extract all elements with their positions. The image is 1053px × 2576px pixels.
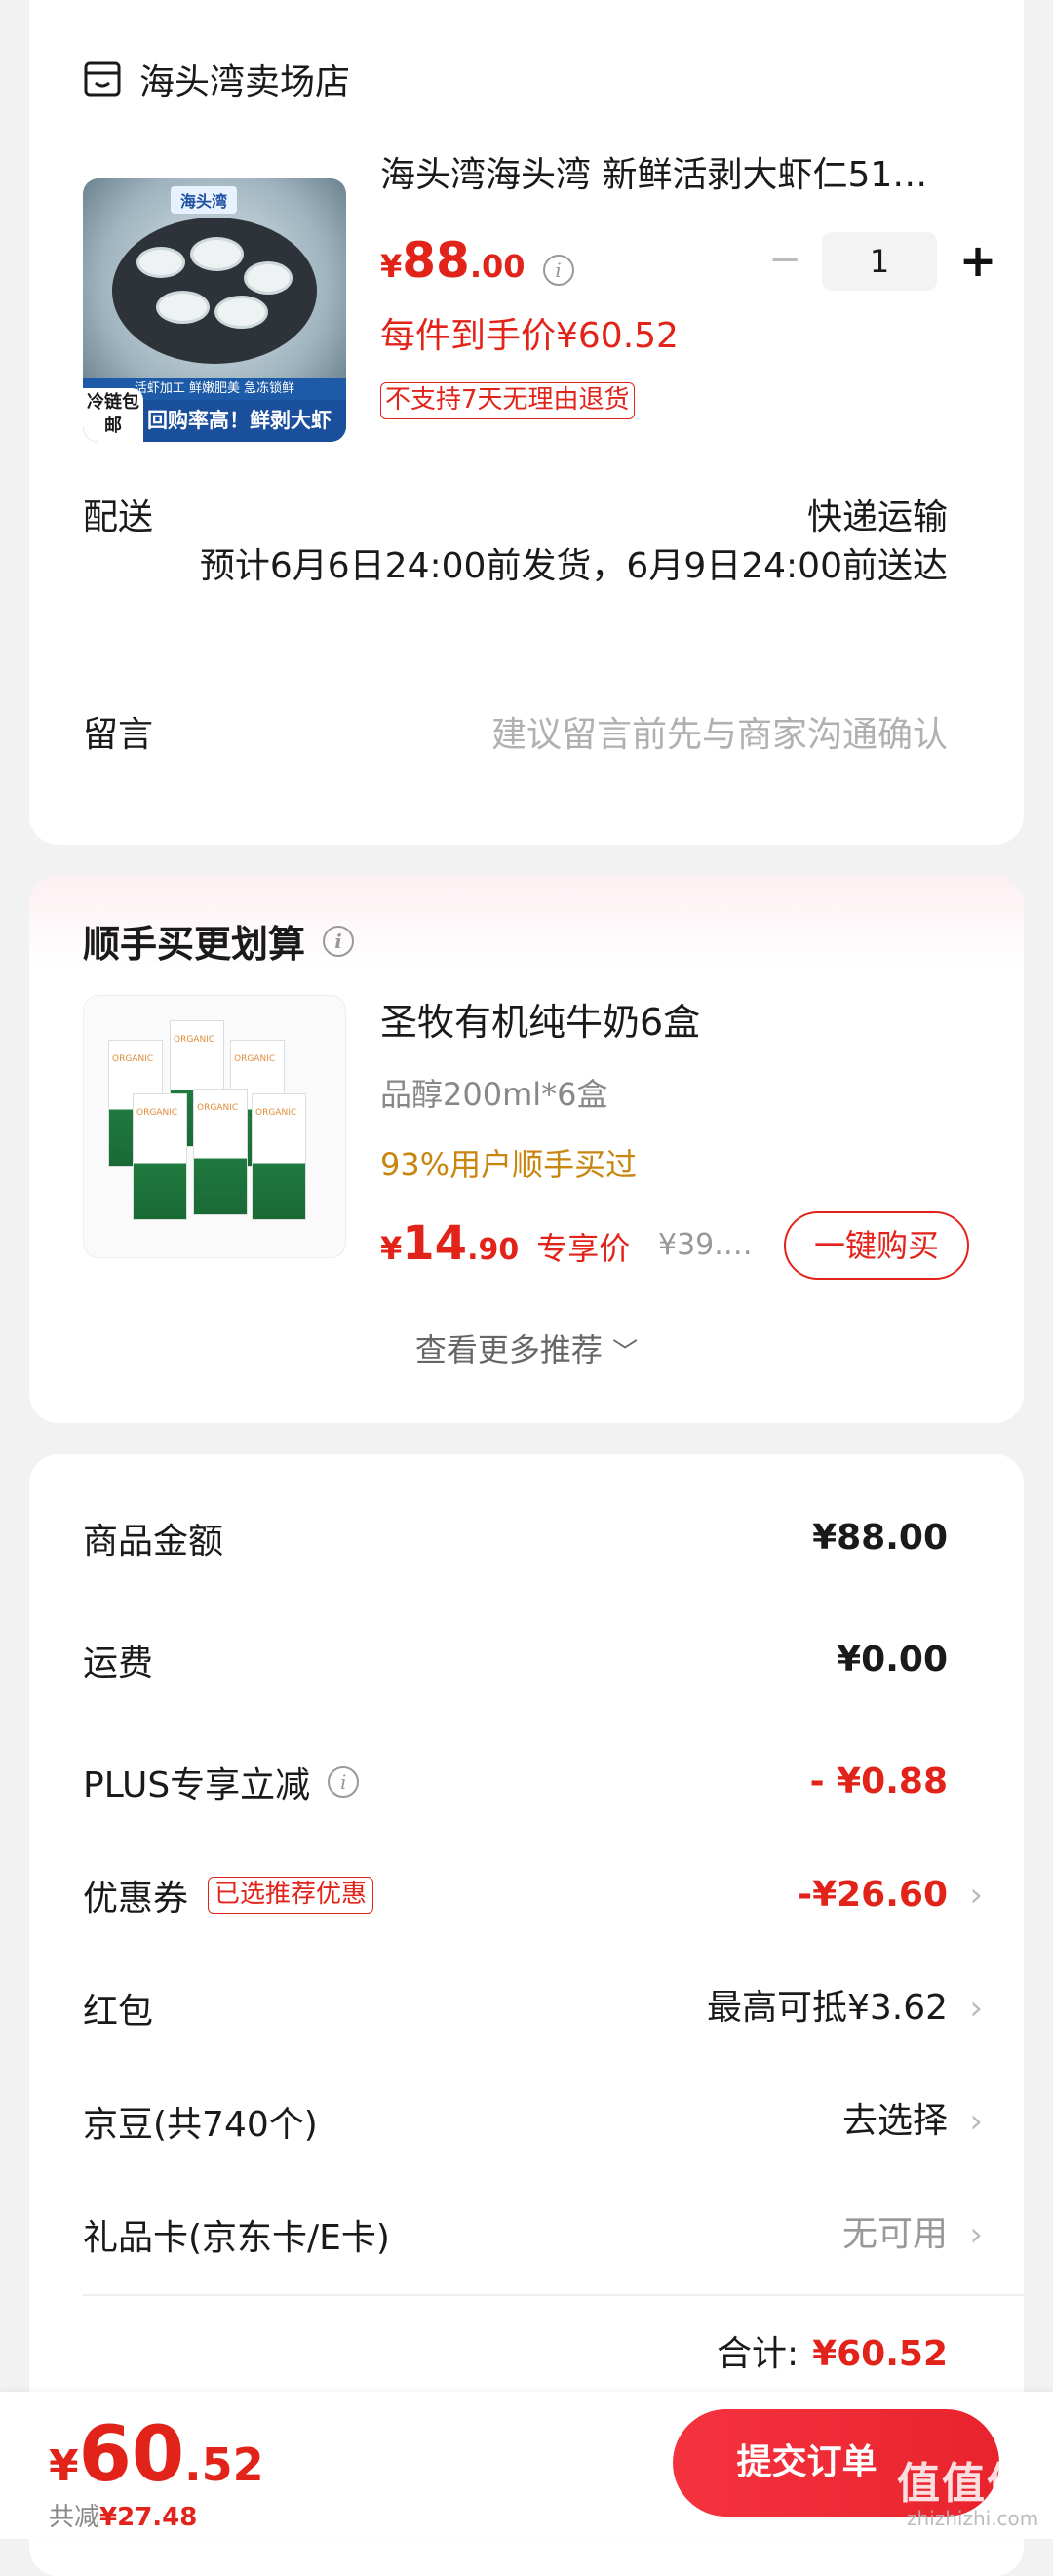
exclusive-price-tag: 专享价 xyxy=(536,1230,631,1267)
milk-box-graphic xyxy=(133,1093,187,1220)
milk-box-graphic xyxy=(252,1093,306,1220)
red-packet-value: 最高可抵¥3.62 xyxy=(706,1988,948,2028)
plus-discount-text: PLUS专享立减 xyxy=(83,1765,311,1805)
quantity-input[interactable]: 1 xyxy=(822,232,937,291)
plus-discount-label: PLUS专享立减 i xyxy=(83,1753,360,1811)
product-brand-badge: 海头湾 xyxy=(171,186,238,214)
summary-row-coupon[interactable]: 优惠券 已选推荐优惠 -¥26.60 › xyxy=(29,1866,1024,1924)
summary-row-goods-amount: 商品金额 ¥88.00 xyxy=(29,1509,1024,1567)
summary-row-jd-beans[interactable]: 京豆(共740个) 去选择 › xyxy=(29,2092,1024,2151)
chevron-right-icon: › xyxy=(969,2215,983,2254)
no-return-tag: 不支持7天无理由退货 xyxy=(380,382,635,419)
shrimp-graphic xyxy=(190,237,244,271)
coupon-value: -¥26.60 xyxy=(798,1875,948,1915)
red-packet-label: 红包 xyxy=(83,1992,154,2032)
shrimp-graphic xyxy=(214,296,268,329)
store-card: 海头湾卖场店 海头湾 活虾加工 鲜嫩肥美 急冻锁鲜 回购率高！鲜剥大虾仁 冷链包… xyxy=(29,0,1024,845)
summary-total: 合计: ¥60.52 xyxy=(717,2325,948,2376)
store-header[interactable]: 海头湾卖场店 xyxy=(83,54,350,104)
deal-price: 每件到手价¥60.52 xyxy=(380,316,679,356)
recommend-social-proof: 93%用户顺手买过 xyxy=(380,1146,638,1183)
more-recommend-label: 查看更多推荐 xyxy=(414,1331,603,1368)
info-icon[interactable]: i xyxy=(328,1766,360,1798)
checkout-bar: ¥ 60 .52 共减¥27.48 提交订单 xyxy=(0,2392,1053,2539)
price-integer: 88 xyxy=(402,232,470,289)
summary-row-red-packet[interactable]: 红包 最高可抵¥3.62 › xyxy=(29,1979,1024,2038)
store-name: 海头湾卖场店 xyxy=(139,62,351,102)
chevron-right-icon: › xyxy=(969,1989,983,2028)
minus-icon[interactable]: − xyxy=(765,240,804,281)
price-integer: 14 xyxy=(402,1216,468,1271)
recommend-product-image[interactable] xyxy=(83,995,346,1258)
message-label: 留言 xyxy=(83,715,154,755)
price-symbol: ¥ xyxy=(380,248,403,285)
chevron-down-icon: ﹀ xyxy=(612,1338,639,1367)
info-icon[interactable]: i xyxy=(323,925,355,957)
goods-amount-label: 商品金额 xyxy=(83,1522,224,1562)
delivery-label: 配送 xyxy=(83,497,154,537)
saved-label: 共减 xyxy=(49,2503,100,2532)
goods-amount-value: ¥88.00 xyxy=(812,1518,948,1558)
price-integer: 60 xyxy=(78,2411,185,2499)
delivery-method[interactable]: 快递运输 xyxy=(807,489,948,539)
total-label: 合计: xyxy=(716,2334,800,2374)
message-input[interactable]: 建议留言前先与商家沟通确认 xyxy=(491,706,948,757)
watermark-logo: 值值值 xyxy=(897,2459,1032,2509)
milk-box-graphic xyxy=(193,1089,248,1215)
cold-chain-badge: 冷链包邮 xyxy=(83,388,143,442)
recommend-product-spec: 品醇200ml*6盒 xyxy=(380,1076,608,1113)
summary-row-shipping: 运费 ¥0.00 xyxy=(29,1631,1024,1689)
price-decimal: .00 xyxy=(469,248,526,285)
original-price: ¥39.… xyxy=(658,1228,753,1262)
summary-row-gift-card[interactable]: 礼品卡(京东卡/E卡) 无可用 › xyxy=(29,2205,1024,2264)
summary-divider xyxy=(83,2294,1024,2296)
shrimp-graphic xyxy=(156,291,210,324)
recommend-title: 顺手买更划算 i xyxy=(83,914,355,968)
payable-price: ¥ 60 .52 xyxy=(49,2411,264,2499)
recommend-card: 顺手买更划算 i 圣牧有机纯牛奶6盒 品醇200ml*6盒 93%用户顺手买过 … xyxy=(29,875,1024,1423)
price-symbol: ¥ xyxy=(49,2441,79,2491)
plus-icon[interactable]: + xyxy=(958,238,997,283)
summary-row-plus-discount: PLUS专享立减 i - ¥0.88 xyxy=(29,1753,1024,1811)
store-icon xyxy=(84,61,121,97)
coupon-label: 优惠券 已选推荐优惠 xyxy=(83,1866,374,1924)
watermark-url: zhizhizhi.com xyxy=(907,2507,1039,2530)
chevron-right-icon: › xyxy=(969,2102,983,2141)
info-icon[interactable]: i xyxy=(542,255,574,286)
recommend-title-text: 顺手买更划算 xyxy=(83,923,306,966)
recommend-product-name[interactable]: 圣牧有机纯牛奶6盒 xyxy=(380,992,700,1046)
product-image[interactable]: 海头湾 活虾加工 鲜嫩肥美 急冻锁鲜 回购率高！鲜剥大虾仁 冷链包邮 xyxy=(83,178,346,442)
product-price: ¥ 88 .00 i xyxy=(380,232,574,289)
product-title[interactable]: 海头湾海头湾 新鲜活剥大虾仁51… xyxy=(380,146,965,197)
coupon-text: 优惠券 xyxy=(83,1879,189,1919)
saved-amount[interactable]: 共减¥27.48 xyxy=(49,2497,197,2533)
plus-discount-value: - ¥0.88 xyxy=(809,1762,948,1802)
gift-card-label: 礼品卡(京东卡/E卡) xyxy=(83,2218,390,2258)
gift-card-value: 无可用 xyxy=(841,2214,948,2254)
shipping-value: ¥0.00 xyxy=(837,1640,948,1680)
saved-value: ¥27.48 xyxy=(99,2503,198,2532)
price-symbol: ¥ xyxy=(380,1230,403,1267)
more-recommend-link[interactable]: 查看更多推荐 ﹀ xyxy=(29,1326,1024,1370)
chevron-right-icon: › xyxy=(969,1876,983,1915)
quantity-stepper: − 1 + xyxy=(765,232,997,291)
one-click-buy-button[interactable]: 一键购买 xyxy=(784,1211,969,1280)
jd-beans-value: 去选择 xyxy=(841,2101,948,2141)
price-decimal: .52 xyxy=(184,2438,264,2491)
coupon-selected-tag: 已选推荐优惠 xyxy=(208,1877,374,1914)
shrimp-graphic xyxy=(244,261,292,295)
recommend-price: ¥ 14 .90 专享价 xyxy=(380,1216,630,1271)
jd-beans-label: 京豆(共740个) xyxy=(83,2105,318,2145)
shrimp-graphic xyxy=(136,247,185,278)
total-value: ¥60.52 xyxy=(812,2334,948,2374)
shipping-label: 运费 xyxy=(83,1644,154,1684)
price-decimal: .90 xyxy=(467,1233,520,1267)
delivery-eta: 预计6月6日24:00前发货，6月9日24:00前送达 xyxy=(199,546,948,586)
